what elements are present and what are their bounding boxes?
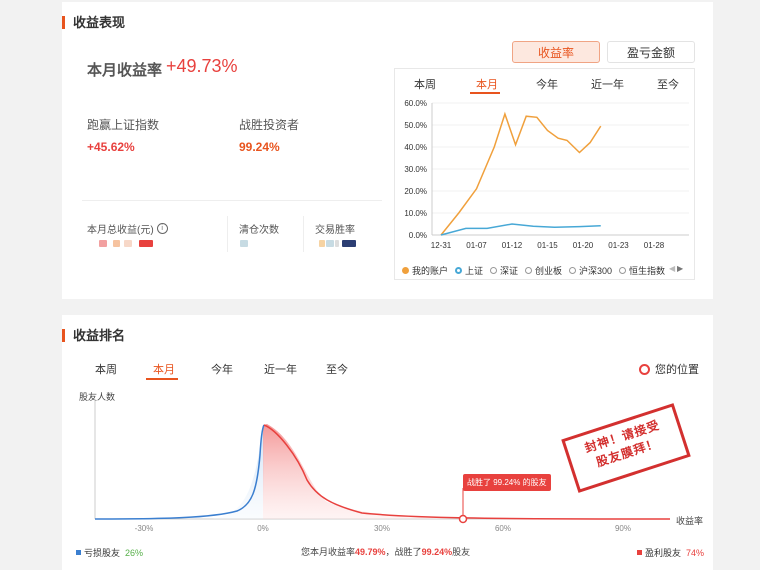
profit-pct: 74%: [686, 547, 705, 558]
x-tick-label: -30%: [135, 524, 154, 533]
x-tick-label: 01-23: [608, 241, 629, 250]
x-tick-label: 12-31: [431, 241, 452, 250]
legend-label: 我的账户: [412, 266, 449, 276]
x-tick-label: 01-15: [537, 241, 558, 250]
loss-pct: 26%: [125, 547, 144, 558]
y-tick-label: 50.0%: [404, 121, 427, 130]
beat-investors-value: 99.24%: [239, 140, 280, 154]
tab-one-year[interactable]: 近一年: [591, 76, 624, 92]
win-rate-label: 交易胜率: [315, 225, 355, 236]
redacted-value: [240, 240, 248, 247]
profit-area: [263, 424, 462, 519]
empty-dot-icon: [490, 267, 497, 274]
summary-suffix: 股友: [452, 547, 471, 557]
empty-dot-icon: [619, 267, 626, 274]
legend-prev-icon[interactable]: ◀: [669, 264, 675, 273]
redacted-value: [342, 240, 356, 247]
series-line-my-account: [440, 111, 602, 236]
empty-dot-icon: [569, 267, 576, 274]
ring-dot-icon: [455, 267, 462, 274]
series-line-shanghai: [440, 223, 601, 236]
redacted-value: [326, 240, 334, 247]
redacted-value: [99, 240, 107, 247]
toggle-amount-button[interactable]: 盈亏金额: [607, 41, 695, 63]
legend-csi300[interactable]: 沪深300: [569, 264, 612, 277]
tab-week[interactable]: 本周: [414, 76, 436, 92]
performance-card: 收益表现 本月收益率 +49.73% 跑赢上证指数 +45.62% 战胜投资者 …: [62, 2, 713, 299]
loss-legend: 亏损股友 26%: [76, 546, 143, 559]
redacted-value: [113, 240, 120, 247]
x-tick-label: 01-28: [644, 241, 665, 250]
summary-rate: 49.79%: [355, 547, 386, 557]
y-tick-label: 10.0%: [404, 209, 427, 218]
legend-next-icon[interactable]: ▶: [677, 264, 683, 273]
total-profit-label: 本月总收益(元) i: [87, 221, 168, 236]
monthly-return-label: 本月收益率: [87, 62, 163, 79]
info-icon[interactable]: i: [156, 223, 168, 234]
legend-label: 深证: [500, 266, 519, 276]
legend-label: 沪深300: [579, 266, 613, 276]
my-position-marker: [458, 514, 468, 524]
legend-shanghai[interactable]: 上证: [455, 264, 483, 277]
x-tick-label: 01-07: [466, 241, 487, 250]
redacted-value: [319, 240, 325, 247]
y-tick-label: 20.0%: [404, 187, 427, 196]
legend-my-account[interactable]: 我的账户: [402, 264, 448, 277]
loss-area: [95, 425, 264, 519]
redacted-value: [335, 240, 339, 247]
toggle-rate-button[interactable]: 收益率: [512, 41, 600, 63]
loss-curve: [94, 424, 265, 520]
section-title: 收益表现: [62, 16, 125, 29]
beat-index-label: 跑赢上证指数: [87, 118, 160, 132]
blue-square-icon: [76, 550, 81, 555]
clear-count-label: 清仓次数: [239, 225, 279, 236]
summary-mid: ，战胜了: [385, 547, 422, 557]
y-tick-label: 0.0%: [409, 231, 427, 240]
beat-index-value: +45.62%: [87, 140, 135, 154]
profit-legend: 盈利股友 74%: [637, 546, 704, 559]
beat-investors-label: 战胜投资者: [239, 118, 300, 132]
summary-text: 您本月收益率49.79%，战胜了99.24%股友: [301, 545, 470, 558]
legend-label: 恒生指数: [629, 266, 666, 276]
y-tick-label: 40.0%: [404, 143, 427, 152]
tab-month[interactable]: 本月: [476, 76, 498, 92]
loss-label: 亏损股友: [84, 548, 121, 558]
x-tick-label: 01-20: [573, 241, 594, 250]
tab-all[interactable]: 至今: [657, 76, 679, 92]
total-profit-text: 本月总收益(元): [87, 225, 154, 236]
position-tooltip: 战胜了 99.24% 的股友: [463, 474, 551, 491]
legend-shenzhen[interactable]: 深证: [490, 264, 518, 277]
legend-hang-seng[interactable]: 恒生指数: [619, 264, 665, 277]
redacted-value: [124, 240, 132, 247]
stat-separator: [227, 216, 228, 252]
x-tick-label: 90%: [615, 524, 631, 533]
x-tick-label: 0%: [257, 524, 269, 533]
summary-pct: 99.24%: [421, 547, 453, 557]
legend-label: 创业板: [535, 266, 563, 276]
monthly-return-value: +49.73%: [166, 56, 238, 76]
summary-prefix: 您本月收益率: [301, 547, 356, 557]
stat-separator: [303, 216, 304, 252]
x-tick-label: 01-12: [502, 241, 523, 250]
profit-label: 盈利股友: [645, 548, 682, 558]
legend-label: 上证: [465, 266, 484, 276]
tab-year[interactable]: 今年: [536, 76, 558, 92]
return-line-chart: 60.0% 50.0% 40.0% 30.0% 20.0% 10.0% 0.0% 12-31 0…: [404, 99, 689, 250]
divider: [82, 200, 382, 201]
red-square-icon: [637, 550, 642, 555]
filled-dot-icon: [402, 267, 409, 274]
legend-chinext[interactable]: 创业板: [525, 264, 562, 277]
y-tick-label: 30.0%: [404, 165, 427, 174]
x-tick-label: 30%: [374, 524, 390, 533]
ranking-card: 收益排名 本周 本月 今年 近一年 至今 您的位置 股友人数 收益率 -30% 0…: [62, 315, 713, 570]
redacted-value: [139, 240, 153, 247]
x-tick-label: 60%: [495, 524, 511, 533]
y-tick-label: 60.0%: [404, 99, 427, 108]
empty-dot-icon: [525, 267, 532, 274]
